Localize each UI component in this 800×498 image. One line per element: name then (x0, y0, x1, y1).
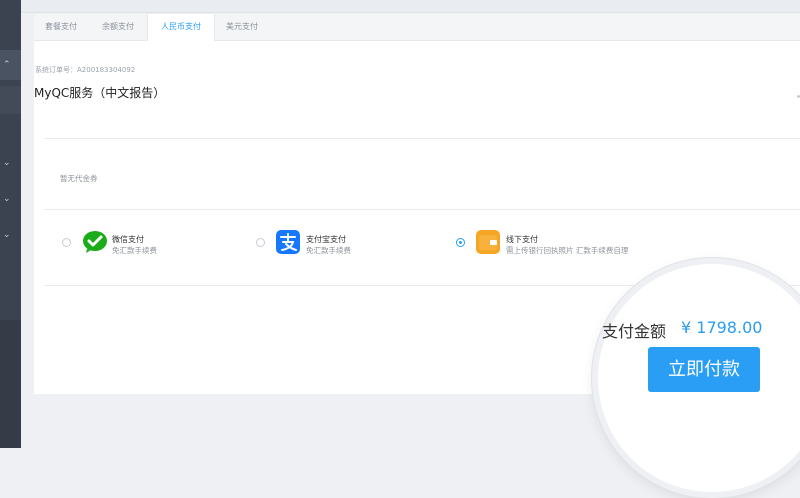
alipay-icon (276, 230, 300, 254)
amount-label: 支付金额 (602, 322, 667, 341)
coupon-status: 暂无代金券 (60, 174, 98, 183)
offline-radio[interactable] (456, 238, 465, 247)
order-number: 系统订单号：A200183304092 (35, 66, 136, 74)
chevron-up-icon[interactable]: ⌃ (3, 60, 11, 70)
tab-balance-pay[interactable]: 余额支付 (90, 14, 146, 40)
alipay-radio[interactable] (256, 238, 265, 247)
divider (44, 138, 800, 139)
tab-package-pay[interactable]: 套餐支付 (34, 14, 88, 40)
chevron-down-icon[interactable]: ⌄ (3, 230, 11, 240)
divider (44, 209, 800, 210)
payment-option-offline[interactable]: 线下支付 需上传银行回执照片 汇款手续费自理 (456, 230, 676, 260)
sidebar-item[interactable] (0, 86, 21, 114)
product-name: MyQC服务（中文报告） (34, 86, 166, 100)
tab-usd-pay[interactable]: 美元支付 (214, 14, 270, 40)
payment-option-wechat[interactable]: 微信支付 免汇款手续费 (60, 230, 230, 260)
pay-now-button[interactable]: 立即付款 (648, 347, 760, 392)
sidebar: ⌃ ⌄ ⌄ ⌄ (0, 0, 21, 448)
wechat-radio[interactable] (62, 238, 71, 247)
tab-bar: 套餐支付 余额支付 人民币支付 美元支付 (34, 14, 800, 41)
wechat-label: 微信支付 (112, 235, 144, 244)
chevron-down-icon[interactable]: ⌄ (3, 158, 11, 168)
offline-desc: 需上传银行回执照片 汇款手续费自理 (506, 246, 629, 255)
offline-label: 线下支付 (506, 235, 538, 244)
alipay-label: 支付宝支付 (306, 235, 346, 244)
tab-rmb-pay[interactable]: 人民币支付 (147, 14, 215, 41)
wallet-icon (476, 230, 500, 254)
wechat-desc: 免汇款手续费 (112, 246, 157, 255)
wechat-icon (82, 230, 107, 254)
payment-option-alipay[interactable]: 支付宝支付 免汇款手续费 (256, 230, 426, 260)
alipay-desc: 免汇款手续费 (306, 246, 351, 255)
sidebar-footer (0, 320, 21, 448)
chevron-down-icon[interactable]: ⌄ (3, 194, 11, 204)
top-bar (21, 0, 800, 13)
amount-value: ¥ 1798.00 (681, 318, 763, 337)
